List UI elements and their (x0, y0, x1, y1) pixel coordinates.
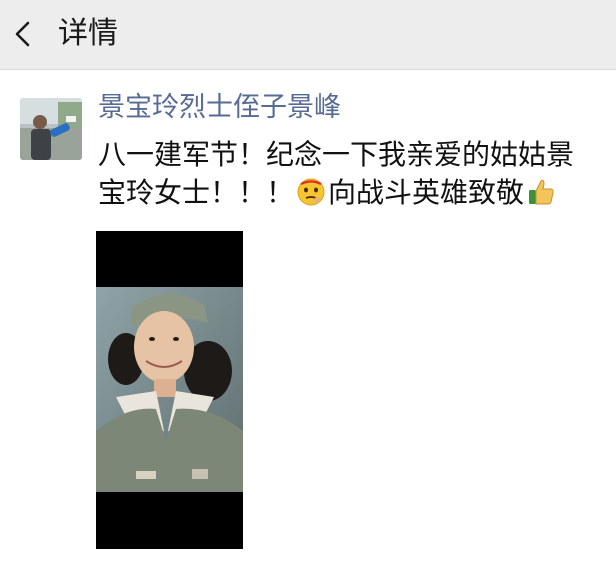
post-text-segment: 宝玲女士！！！ (98, 176, 295, 209)
avatar[interactable] (20, 98, 82, 160)
post-text-segment: 向战斗英雄致敬 (328, 176, 525, 209)
thumbs-up-emoji-icon (526, 177, 556, 217)
post-text-line-1: 八一建军节！纪念一下我亲爱的姑姑景 (98, 138, 575, 171)
portrait-image (96, 231, 243, 549)
post-text: 八一建军节！纪念一下我亲爱的姑姑景 宝玲女士！！！ 向战斗英雄致敬 (98, 136, 608, 217)
post-text-line-2: 宝玲女士！！！ 向战斗英雄致敬 (98, 174, 608, 217)
moment-post: 景宝玲烈士侄子景峰 八一建军节！纪念一下我亲爱的姑姑景 宝玲女士！！！ 向战斗英… (0, 70, 616, 573)
author-name[interactable]: 景宝玲烈士侄子景峰 (98, 90, 341, 126)
page-title: 详情 (58, 16, 118, 51)
thinking-face-emoji-icon (296, 177, 326, 217)
avatar-image (20, 98, 82, 160)
back-button[interactable] (8, 14, 42, 54)
post-photo[interactable] (96, 231, 243, 549)
chevron-left-icon (15, 21, 30, 47)
top-navigation-bar: 详情 (0, 0, 616, 70)
